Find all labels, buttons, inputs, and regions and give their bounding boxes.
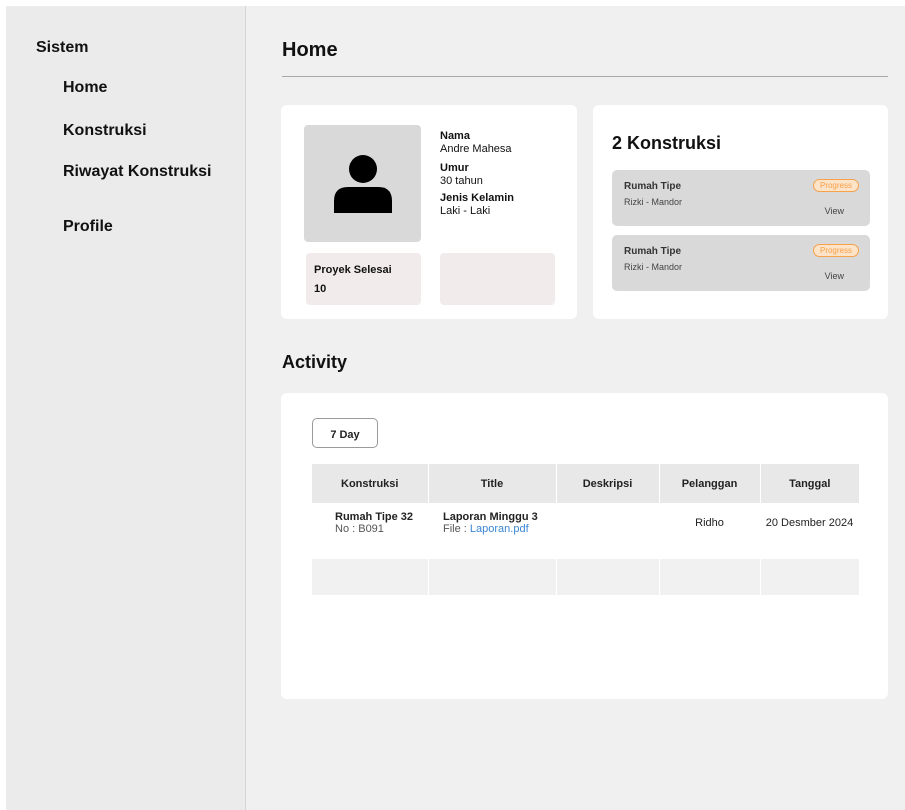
umur-label: Umur xyxy=(440,162,469,174)
nama-value: Andre Mahesa xyxy=(440,143,512,155)
column-header-title[interactable]: Title xyxy=(428,464,557,503)
stat-proyek-selesai: Proyek Selesai 10 xyxy=(306,253,421,305)
activity-card: 7 Day Konstruksi Title Deskripsi Pelangg… xyxy=(281,393,888,699)
sidebar-item-riwayat-konstruksi[interactable]: Riwayat Konstruksi xyxy=(63,163,211,181)
stat-value: 10 xyxy=(314,283,327,295)
avatar xyxy=(304,125,421,242)
table-row-empty xyxy=(312,559,859,595)
empty-cell xyxy=(760,559,859,595)
nama-label: Nama xyxy=(440,130,470,142)
empty-cell xyxy=(428,559,557,595)
user-icon xyxy=(334,155,392,213)
konstruksi-name: Rumah Tipe 32 xyxy=(335,511,414,523)
view-link[interactable]: View xyxy=(825,271,844,281)
gender-value: Laki - Laki xyxy=(440,205,491,217)
column-header-konstruksi[interactable]: Konstruksi xyxy=(312,464,429,503)
column-header-deskripsi[interactable]: Deskripsi xyxy=(556,464,660,503)
profile-card: Nama Andre Mahesa Umur 30 tahun Jenis Ke… xyxy=(281,105,577,319)
file-link[interactable]: Laporan.pdf xyxy=(470,523,529,535)
title-divider xyxy=(282,76,888,77)
status-badge: Progress xyxy=(812,244,859,257)
filter-7-day-button[interactable]: 7 Day xyxy=(312,418,378,448)
main-content: Home Nama Andre Mahesa Umur 30 tahun Jen… xyxy=(246,6,905,810)
activity-table: Konstruksi Title Deskripsi Pelanggan Tan… xyxy=(312,464,859,595)
activity-title: Activity xyxy=(282,352,348,372)
konstruksi-card: 2 Konstruksi Rumah Tipe Rizki - Mandor P… xyxy=(593,105,888,319)
sidebar-item-konstruksi[interactable]: Konstruksi xyxy=(63,122,147,140)
table-header-row: Konstruksi Title Deskripsi Pelanggan Tan… xyxy=(312,464,859,503)
status-badge: Progress xyxy=(812,179,859,192)
cell-pelanggan: Ridho xyxy=(695,517,724,529)
konstruksi-item-mandor: Rizki - Mandor xyxy=(624,197,683,207)
cell-konstruksi: Rumah Tipe 32 No : B091 xyxy=(312,503,428,559)
sidebar-item-profile[interactable]: Profile xyxy=(63,218,113,236)
sidebar-item-home[interactable]: Home xyxy=(63,79,107,97)
konstruksi-number: No : B091 xyxy=(335,523,384,535)
view-link[interactable]: View xyxy=(825,206,844,216)
empty-cell xyxy=(556,559,660,595)
profile-info: Nama Andre Mahesa Umur 30 tahun Jenis Ke… xyxy=(440,130,514,224)
report-title: Laporan Minggu 3 xyxy=(443,511,538,523)
stat-label: Proyek Selesai xyxy=(314,264,392,276)
app-window: Sistem Home Konstruksi Riwayat Konstruks… xyxy=(6,6,905,810)
cell-title: Laporan Minggu 3 File : Laporan.pdf xyxy=(428,503,556,559)
konstruksi-item-mandor: Rizki - Mandor xyxy=(624,262,683,272)
sidebar: Sistem Home Konstruksi Riwayat Konstruks… xyxy=(6,6,246,810)
konstruksi-item[interactable]: Rumah Tipe Rizki - Mandor Progress View xyxy=(612,170,870,226)
report-file: File : Laporan.pdf xyxy=(443,523,555,535)
empty-cell xyxy=(312,559,429,595)
konstruksi-item[interactable]: Rumah Tipe Rizki - Mandor Progress View xyxy=(612,235,870,291)
column-header-tanggal[interactable]: Tanggal xyxy=(760,464,859,503)
file-prefix: File : xyxy=(443,523,470,535)
konstruksi-count-title: 2 Konstruksi xyxy=(612,133,722,153)
cell-tanggal: 20 Desmber 2024 xyxy=(765,517,854,529)
konstruksi-item-name: Rumah Tipe xyxy=(624,181,682,192)
page-title: Home xyxy=(282,39,338,61)
table-row[interactable]: Rumah Tipe 32 No : B091 Laporan Minggu 3… xyxy=(312,503,859,559)
cell-deskripsi xyxy=(556,503,659,559)
sidebar-brand: Sistem xyxy=(36,39,89,56)
konstruksi-item-name: Rumah Tipe xyxy=(624,246,682,257)
column-header-pelanggan[interactable]: Pelanggan xyxy=(659,464,761,503)
umur-value: 30 tahun xyxy=(440,175,483,187)
empty-cell xyxy=(659,559,761,595)
stat-empty xyxy=(440,253,555,305)
gender-label: Jenis Kelamin xyxy=(440,192,514,204)
